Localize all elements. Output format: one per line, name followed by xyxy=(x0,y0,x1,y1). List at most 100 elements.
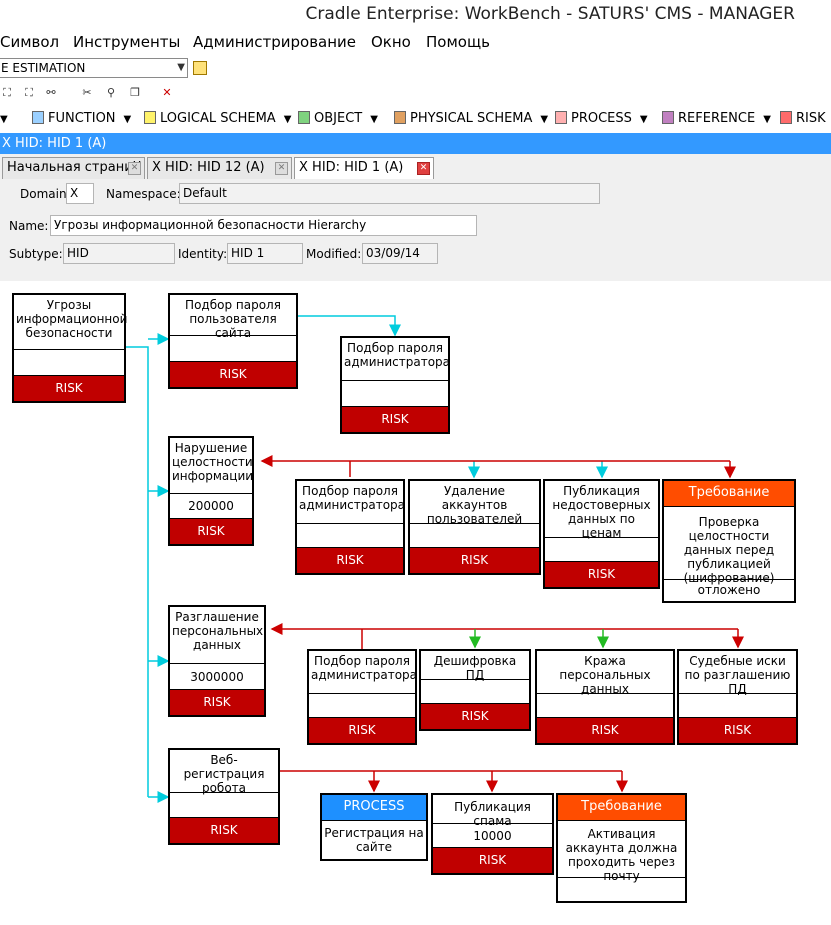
copy-icon[interactable]: ❐ xyxy=(128,86,142,100)
toolbar-logical-schema-label: LOGICAL SCHEMA xyxy=(160,111,276,126)
node-pd-theft-risk: RISK xyxy=(537,717,673,743)
node-publish-false-prices[interactable]: Публикация недостоверных данных по ценам… xyxy=(543,479,660,589)
title-bar: Cradle Enterprise: WorkBench - SATURS' C… xyxy=(0,0,831,32)
namespace-field[interactable]: Default xyxy=(179,183,600,204)
node-delete-user-accounts-risk: RISK xyxy=(410,547,539,573)
node-pd-theft-value xyxy=(537,693,673,719)
name-label: Name: xyxy=(9,219,49,233)
toolbar-risk[interactable]: RISK xyxy=(780,111,826,126)
close-icon[interactable]: ✕ xyxy=(417,162,430,175)
node-root-title: Угрозы информационной безопасности xyxy=(16,298,128,340)
identity-field[interactable]: HID 1 xyxy=(227,243,303,264)
node-robot-registration-value xyxy=(170,792,278,818)
cut-icon[interactable]: ✂ xyxy=(80,86,94,100)
node-password-admin-3-title: Подбор пароля администратора xyxy=(311,654,418,682)
node-robot-registration-title: Веб-регистрация робота xyxy=(183,753,265,795)
toolbar-physical-schema[interactable]: PHYSICAL SCHEMA ▼ xyxy=(394,111,548,126)
tab-hid-1-label: X HID: HID 1 (A) xyxy=(299,160,404,175)
node-password-admin-3-risk: RISK xyxy=(309,717,415,743)
node-process-site-registration-title: Регистрация на сайте xyxy=(324,826,424,854)
tab-hid-12[interactable]: X HID: HID 12 (A) ✕ xyxy=(147,157,292,179)
namespace-label: Namespace: xyxy=(106,187,181,201)
hierarchy-diagram: Угрозы информационной безопасности RISK … xyxy=(0,281,831,925)
domain-label: Domain xyxy=(20,187,67,201)
chevron-down-icon: ▼ xyxy=(177,62,185,73)
hierarchy-icon[interactable]: ⛶ xyxy=(0,86,14,100)
root-trunk-link xyxy=(126,346,149,797)
menu-administration[interactable]: Администрирование xyxy=(193,33,356,51)
toolbar-reference[interactable]: REFERENCE ▼ xyxy=(662,111,771,126)
tab-hid-12-label: X HID: HID 12 (A) xyxy=(152,160,265,175)
node-integrity-violation[interactable]: Нарушение целостности информации 200000 … xyxy=(168,436,254,546)
node-root-value xyxy=(14,349,124,377)
project-select-value: E ESTIMATION xyxy=(1,61,86,75)
node-pd-disclosure-title: Разглашение персональных данных xyxy=(172,610,264,652)
toolbar-logical-schema[interactable]: LOGICAL SCHEMA ▼ xyxy=(144,111,291,126)
subtype-field[interactable]: HID xyxy=(63,243,175,264)
tab-bar: Начальная страниЧ ✕ X HID: HID 12 (A) ✕ … xyxy=(0,154,831,179)
item-properties-form: Domain X Namespace: Default Name: Угрозы… xyxy=(0,179,831,281)
tree-icon[interactable]: ⛶ xyxy=(22,86,36,100)
tab-start-page[interactable]: Начальная страниЧ ✕ xyxy=(2,157,145,179)
node-password-admin-3-value xyxy=(309,693,415,719)
delete-link-icon[interactable]: ✕ xyxy=(160,86,174,100)
node-password-admin-1-title: Подбор пароля администратора xyxy=(344,341,451,369)
link-n1-n1a xyxy=(298,315,401,337)
tab-hid-1[interactable]: X HID: HID 1 (A) ✕ xyxy=(294,157,434,179)
node-publish-false-prices-title: Публикация недостоверных данных по ценам xyxy=(552,484,651,540)
node-pd-decryption[interactable]: Дешифровка ПД RISK xyxy=(419,649,531,731)
active-item-bar[interactable]: X HID: HID 1 (A) xyxy=(0,133,831,154)
close-icon[interactable]: ✕ xyxy=(128,162,141,175)
modified-field[interactable]: 03/09/14 xyxy=(362,243,438,264)
node-pd-theft[interactable]: Кража персональных данных RISK xyxy=(535,649,675,745)
toolbar-reference-label: REFERENCE xyxy=(678,111,756,126)
node-spam-publication-value: 10000 xyxy=(433,823,552,849)
toolbar-object[interactable]: OBJECT ▼ xyxy=(298,111,378,126)
node-password-admin-2-title: Подбор пароля администратора xyxy=(299,484,406,512)
node-delete-user-accounts[interactable]: Удаление аккаунтов пользователей RISK xyxy=(408,479,541,575)
node-pd-lawsuits[interactable]: Судебные иски по разглашению ПД RISK xyxy=(677,649,798,745)
node-root[interactable]: Угрозы информационной безопасности RISK xyxy=(12,293,128,403)
node-delete-user-accounts-value xyxy=(410,523,539,549)
toolbar-function[interactable]: FUNCTION ▼ xyxy=(32,111,131,126)
menu-tools[interactable]: Инструменты xyxy=(73,33,180,51)
toolbar-process[interactable]: PROCESS ▼ xyxy=(555,111,648,126)
binoculars-icon[interactable]: ⚯ xyxy=(44,86,58,100)
menu-window[interactable]: Окно xyxy=(371,33,411,51)
node-requirement-email-activation-title: Активация аккаунта должна проходить чере… xyxy=(565,827,678,883)
node-spam-publication[interactable]: Публикация спама 10000 RISK xyxy=(431,793,554,875)
node-pd-disclosure-risk: RISK xyxy=(170,689,264,715)
object-icon xyxy=(298,111,310,124)
toolbar-function-label: FUNCTION xyxy=(48,111,116,126)
node-requirement-integrity-check[interactable]: Требование Проверка целостности данных п… xyxy=(662,479,796,603)
menu-help[interactable]: Помощь xyxy=(426,33,490,51)
tab-start-page-label: Начальная страниЧ xyxy=(7,160,142,175)
node-pd-lawsuits-value xyxy=(679,693,796,719)
name-field[interactable]: Угрозы информационной безопасности Hiera… xyxy=(50,215,477,236)
domain-field[interactable]: X xyxy=(66,183,94,204)
menu-bar: Символ Инструменты Администрирование Окн… xyxy=(0,32,831,54)
node-password-admin-2[interactable]: Подбор пароля администратора RISK xyxy=(295,479,405,575)
node-password-admin-1-risk: RISK xyxy=(342,406,448,432)
toolbar-physical-schema-label: PHYSICAL SCHEMA xyxy=(410,111,533,126)
node-password-admin-1[interactable]: Подбор пароля администратора RISK xyxy=(340,336,450,434)
node-process-site-registration[interactable]: PROCESS Регистрация на сайте xyxy=(320,793,428,861)
node-integrity-violation-risk: RISK xyxy=(170,518,252,544)
close-icon[interactable]: ✕ xyxy=(275,162,288,175)
link-icon[interactable]: ⚲ xyxy=(104,86,118,100)
process-icon xyxy=(555,111,567,124)
node-pd-disclosure[interactable]: Разглашение персональных данных 3000000 … xyxy=(168,605,266,717)
project-select[interactable]: E ESTIMATION ▼ xyxy=(0,58,188,78)
menu-symbol[interactable]: Символ xyxy=(0,33,59,51)
combo-row: E ESTIMATION ▼ xyxy=(0,56,831,82)
node-requirement-email-activation[interactable]: Требование Активация аккаунта должна про… xyxy=(556,793,687,903)
node-requirement-integrity-check-header: Требование xyxy=(664,481,794,507)
toolbar-risk-label: RISK xyxy=(796,111,826,126)
function-icon xyxy=(32,111,44,124)
toolbar-dd-prefix[interactable]: ▼ xyxy=(0,111,8,126)
node-password-user-site[interactable]: Подбор пароля пользователя сайта RISK xyxy=(168,293,298,389)
node-requirement-integrity-check-title: Проверка целостности данных перед публик… xyxy=(683,515,775,585)
node-password-admin-3[interactable]: Подбор пароля администратора RISK xyxy=(307,649,417,745)
node-robot-registration[interactable]: Веб-регистрация робота RISK xyxy=(168,748,280,845)
folder-icon[interactable] xyxy=(193,61,207,75)
